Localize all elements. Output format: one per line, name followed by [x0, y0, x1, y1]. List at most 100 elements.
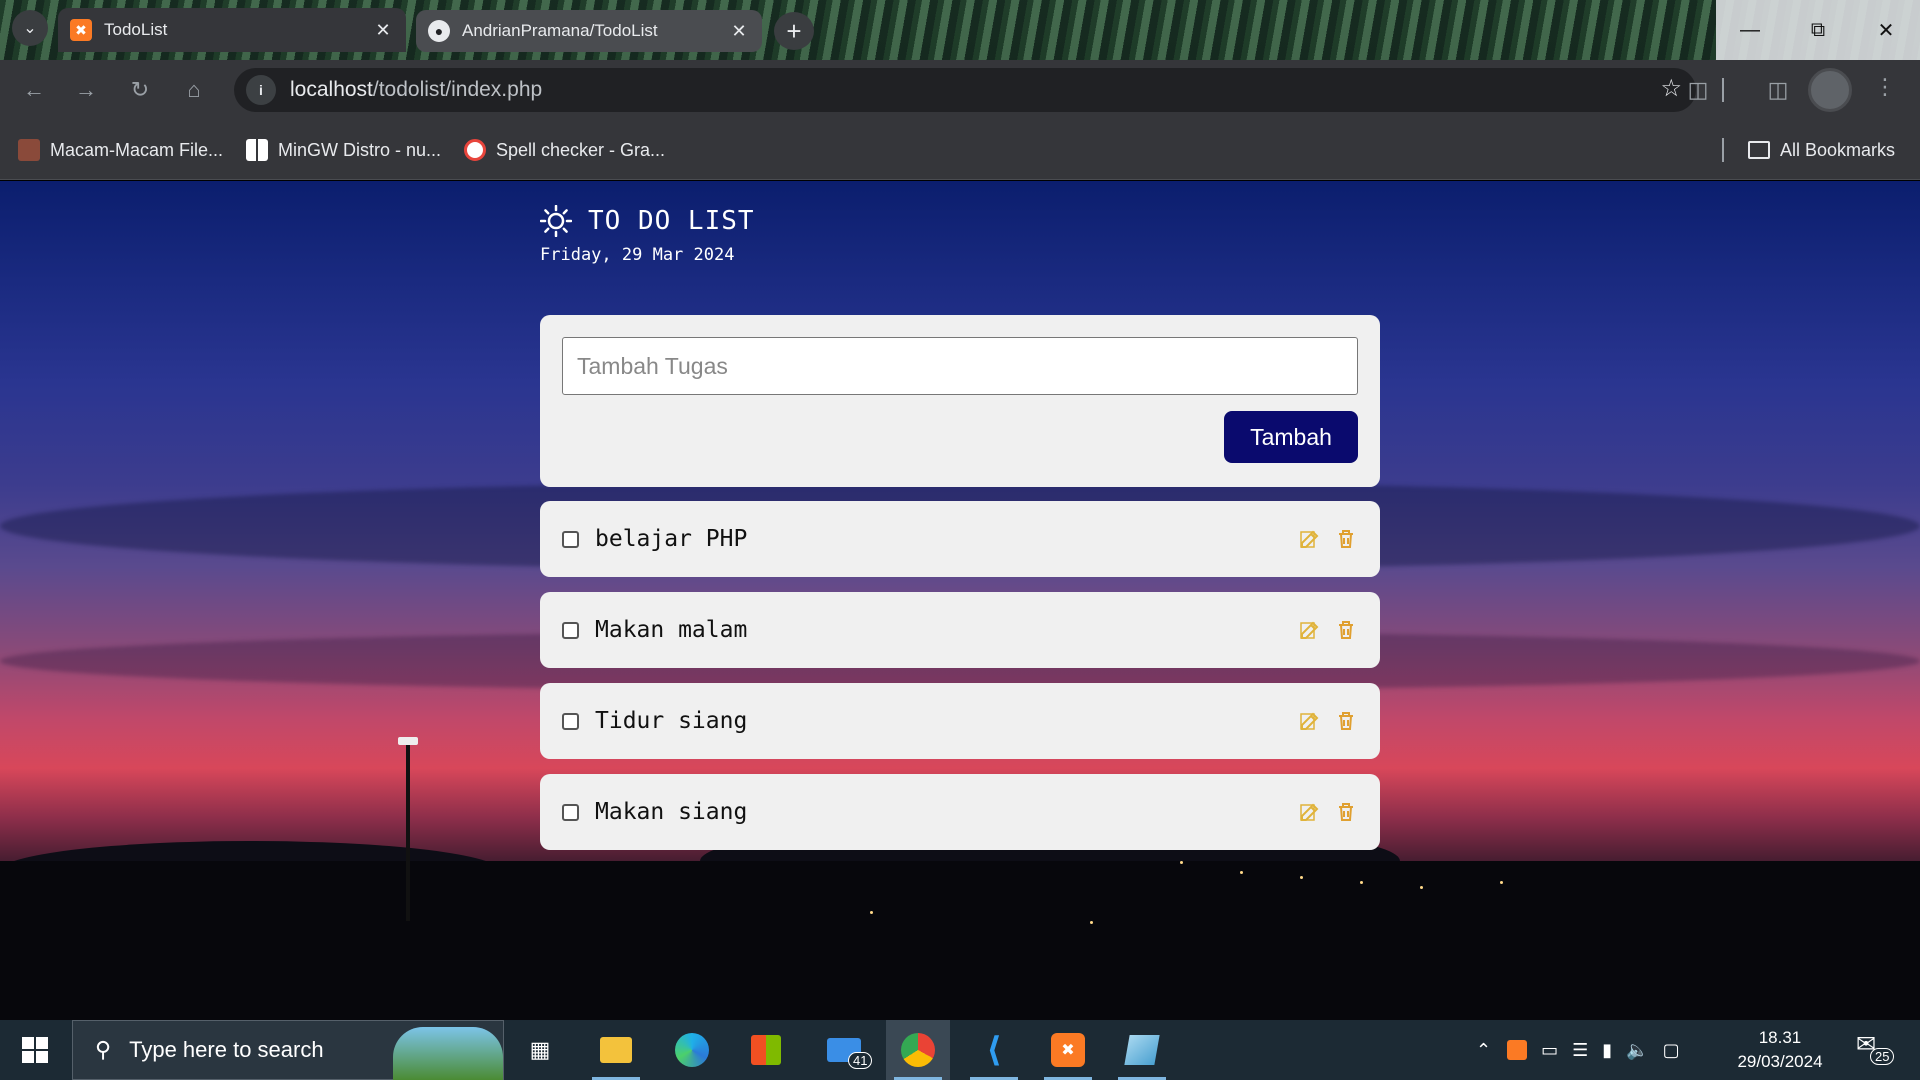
trash-icon[interactable] — [1334, 618, 1358, 642]
bookmark-item[interactable]: Macam-Macam File... — [18, 136, 223, 164]
tab-title: AndrianPramana/TodoList — [462, 21, 658, 40]
browser-tab-bar: ⌄ ✖ TodoList ✕ ● AndrianPramana/TodoList… — [0, 0, 1920, 60]
task-item: belajar PHP — [540, 501, 1380, 577]
add-task-button[interactable]: Tambah — [1224, 411, 1358, 463]
edit-icon[interactable] — [1298, 800, 1322, 824]
city-light — [1240, 871, 1243, 874]
search-highlight-image — [393, 1027, 503, 1080]
task-checkbox[interactable] — [562, 530, 579, 548]
sun-icon[interactable] — [540, 205, 572, 237]
task-label: belajar PHP — [595, 526, 748, 552]
taskbar-search-box[interactable]: ⚲ Type here to search — [72, 1020, 504, 1080]
display-tray-icon[interactable]: ▭ — [1541, 1040, 1558, 1061]
xampp-app[interactable]: ✖ — [1036, 1020, 1100, 1080]
github-icon: ● — [428, 20, 450, 42]
page-viewport: TO DO LIST Friday, 29 Mar 2024 Tambah be… — [0, 181, 1920, 1020]
xampp-icon: ✖ — [1051, 1033, 1085, 1067]
chrome-app[interactable] — [886, 1020, 950, 1080]
trash-icon[interactable] — [1334, 709, 1358, 733]
search-placeholder: Type here to search — [129, 1037, 324, 1062]
browser-menu-icon[interactable]: ⋮ — [1874, 74, 1896, 100]
close-tab-icon[interactable]: ✕ — [728, 21, 750, 42]
mail-app[interactable]: 41 — [812, 1020, 876, 1080]
chat-bubble-icon — [464, 139, 486, 161]
avatar-icon — [18, 139, 40, 161]
url-text[interactable]: localhost/todolist/index.php — [290, 78, 542, 102]
tab-title: TodoList — [104, 20, 168, 39]
tab-github[interactable]: ● AndrianPramana/TodoList ✕ — [416, 10, 762, 52]
task-item: Tidur siang — [540, 683, 1380, 759]
bookmark-item[interactable]: MinGW Distro - nu... — [246, 136, 441, 164]
folder-icon — [600, 1037, 632, 1063]
all-bookmarks-button[interactable]: All Bookmarks — [1748, 136, 1895, 164]
system-tray: ⌃ ▭ ☰ ▮ 🔈 ▢ — [1476, 1020, 1680, 1080]
start-button[interactable] — [0, 1020, 70, 1080]
chevron-down-icon: ⌄ — [23, 20, 37, 37]
tab-search-button[interactable]: ⌄ — [12, 10, 48, 46]
chrome-icon — [901, 1033, 935, 1067]
bookmarks-separator — [1722, 138, 1724, 162]
close-window-button[interactable]: ✕ — [1852, 0, 1920, 60]
new-tab-button[interactable]: + — [774, 12, 814, 50]
bookmarks-bar: Macam-Macam File... MinGW Distro - nu...… — [0, 120, 1920, 180]
edge-app[interactable] — [660, 1020, 724, 1080]
notification-badge: 25 — [1870, 1048, 1895, 1065]
task-checkbox[interactable] — [562, 621, 579, 639]
meet-now-icon[interactable]: ▢ — [1663, 1040, 1680, 1061]
ground-silhouette — [0, 861, 1920, 1020]
window-controls: — ⧉ ✕ — [1716, 0, 1920, 60]
forward-button[interactable]: → — [70, 74, 102, 106]
page-title: TO DO LIST — [588, 206, 755, 236]
street-lamp-pole — [406, 741, 410, 921]
edit-icon[interactable] — [1298, 527, 1322, 551]
reload-button[interactable]: ↻ — [124, 74, 156, 106]
task-input[interactable] — [562, 337, 1358, 395]
task-view-icon: ▦ — [529, 1037, 551, 1062]
trash-icon[interactable] — [1334, 527, 1358, 551]
chevron-up-icon[interactable]: ⌃ — [1476, 1040, 1491, 1061]
task-item: Makan malam — [540, 592, 1380, 668]
notification-center-button[interactable]: ✉ 25 — [1856, 1030, 1896, 1070]
edit-icon[interactable] — [1298, 618, 1322, 642]
task-label: Tidur siang — [595, 708, 748, 734]
task-checkbox[interactable] — [562, 803, 579, 821]
add-task-card: Tambah — [540, 315, 1380, 487]
plus-icon: + — [786, 15, 802, 46]
trash-icon[interactable] — [1334, 800, 1358, 824]
task-view-button[interactable]: ▦ — [508, 1020, 572, 1080]
edit-icon[interactable] — [1298, 709, 1322, 733]
vscode-app[interactable]: ⟨ — [962, 1020, 1026, 1080]
notepad-icon — [1124, 1035, 1160, 1065]
wifi-icon[interactable]: ☰ — [1572, 1040, 1588, 1061]
site-info-icon[interactable]: i — [246, 75, 276, 105]
minimize-button[interactable]: — — [1716, 0, 1784, 60]
home-button[interactable]: ⌂ — [178, 74, 210, 106]
close-tab-icon[interactable]: ✕ — [372, 20, 394, 41]
task-checkbox[interactable] — [562, 712, 579, 730]
taskbar-clock[interactable]: 18.31 29/03/2024 — [1730, 1026, 1830, 1074]
browser-toolbar: ← → ↻ ⌂ i localhost/todolist/index.php ☆… — [0, 60, 1920, 120]
bookmark-item[interactable]: Spell checker - Gra... — [464, 136, 665, 164]
extensions-icon[interactable]: ◫ — [1682, 74, 1714, 106]
profile-avatar[interactable] — [1808, 68, 1852, 112]
back-button[interactable]: ← — [18, 74, 50, 106]
mail-badge: 41 — [848, 1052, 873, 1069]
folder-icon — [1748, 141, 1770, 159]
tab-todolist[interactable]: ✖ TodoList ✕ — [58, 8, 406, 52]
side-panel-icon[interactable]: ◫ — [1762, 74, 1794, 106]
file-explorer-app[interactable] — [584, 1020, 648, 1080]
current-date: Friday, 29 Mar 2024 — [540, 245, 735, 265]
battery-icon[interactable]: ▮ — [1602, 1040, 1612, 1061]
xampp-icon: ✖ — [70, 19, 92, 41]
bookmark-star-icon[interactable]: ☆ — [1660, 74, 1682, 103]
volume-icon[interactable]: 🔈 — [1626, 1040, 1648, 1061]
city-light — [1500, 881, 1503, 884]
notepad-app[interactable] — [1110, 1020, 1174, 1080]
windows-grid-icon — [246, 139, 268, 161]
xampp-tray-icon[interactable] — [1507, 1040, 1528, 1060]
task-label: Makan malam — [595, 617, 748, 643]
store-app[interactable] — [734, 1020, 798, 1080]
street-lamp-light — [398, 737, 418, 745]
restore-button[interactable]: ⧉ — [1784, 0, 1852, 60]
address-bar[interactable]: i localhost/todolist/index.php ☆ — [234, 68, 1696, 112]
